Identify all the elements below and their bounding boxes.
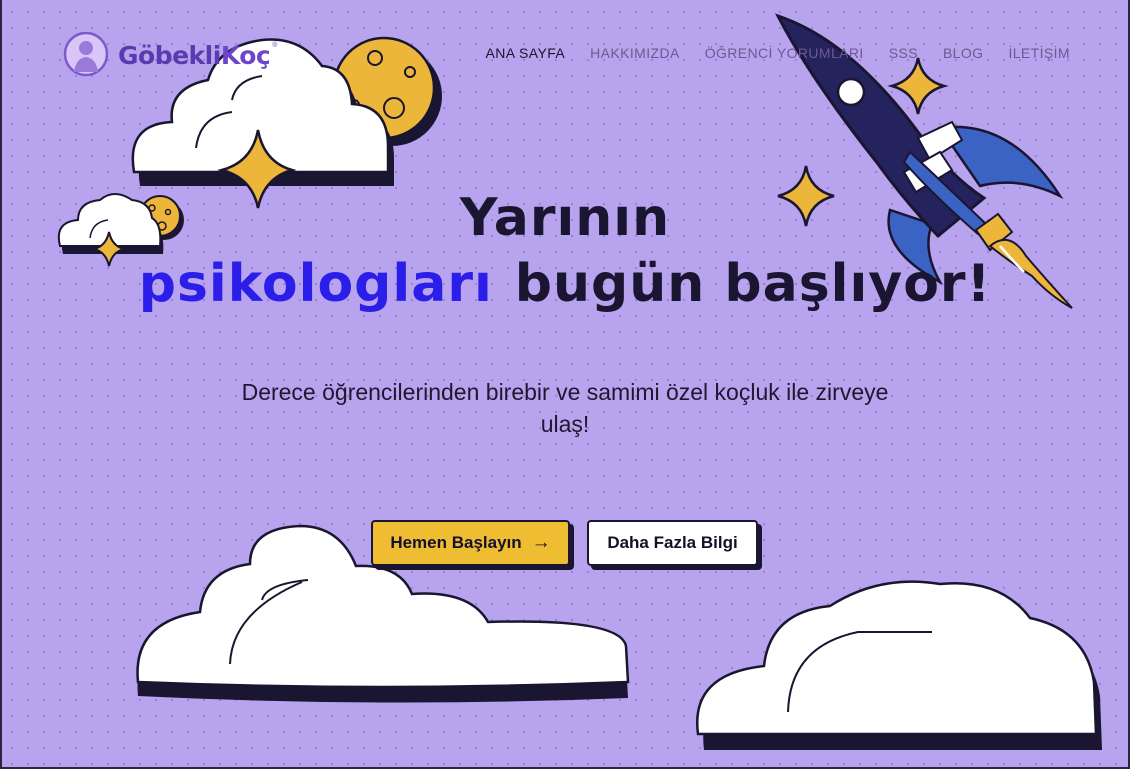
star-icon bbox=[887, 57, 949, 115]
get-started-label: Hemen Başlayın bbox=[390, 533, 522, 552]
hero-title-highlight: psikologları bbox=[138, 254, 493, 314]
learn-more-label: Daha Fazla Bilgi bbox=[607, 533, 738, 552]
hero-title-line2: psikologları bugün başlıyor! bbox=[0, 254, 1130, 314]
nav-item-ogrenci-yorumlari[interactable]: ÖĞRENCİ YORUMLARI bbox=[705, 45, 864, 61]
nav-item-ana-sayfa[interactable]: ANA SAYFA bbox=[486, 45, 566, 61]
avatar-logo-icon bbox=[63, 32, 109, 77]
main-nav: ANA SAYFA HAKKIMIZDA ÖĞRENCİ YORUMLARI S… bbox=[486, 45, 1070, 61]
hero-title-rest: bugün başlıyor! bbox=[514, 254, 992, 314]
brand-name: GöbekliKoç bbox=[118, 40, 271, 70]
nav-item-hakkimizda[interactable]: HAKKIMIZDA bbox=[590, 45, 680, 61]
arrow-right-icon: → bbox=[531, 532, 551, 553]
learn-more-button[interactable]: Daha Fazla Bilgi bbox=[587, 520, 758, 566]
brand-logo[interactable]: GöbekliKoç ® bbox=[62, 32, 281, 78]
nav-item-iletisim[interactable]: İLETİŞİM bbox=[1008, 45, 1070, 61]
registered-mark: ® bbox=[272, 41, 278, 49]
hero-subtitle: Derece öğrencilerinden birebir ve samimi… bbox=[241, 379, 889, 437]
get-started-button[interactable]: Hemen Başlayın → bbox=[371, 520, 570, 566]
cloud-bottom-right-icon bbox=[695, 580, 1102, 750]
hero-title-line1: Yarının bbox=[459, 188, 671, 248]
nav-item-blog[interactable]: BLOG bbox=[943, 45, 984, 61]
nav-item-sss[interactable]: SSS bbox=[889, 45, 918, 61]
